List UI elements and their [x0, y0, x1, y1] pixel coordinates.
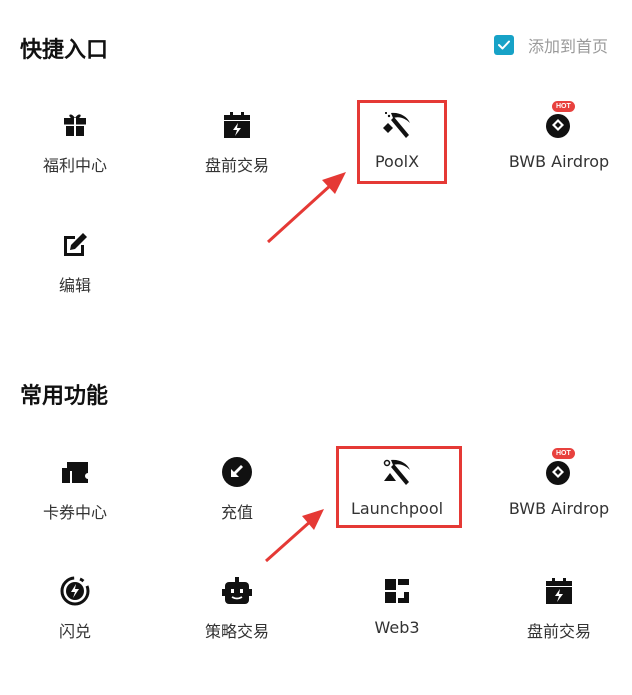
common-item-flash-swap[interactable]: 闪兑: [0, 574, 154, 674]
common-item-deposit[interactable]: 充值: [158, 455, 316, 555]
common-item-label: 闪兑: [58, 622, 91, 641]
shortcut-settings-page: 快捷入口 添加到首页 福利中心 盘前交易 PoolX HOT BWB Airdr…: [0, 0, 632, 695]
common-item-strategy-trading[interactable]: 策略交易: [158, 574, 316, 674]
quick-access-title: 快捷入口: [20, 38, 109, 63]
quick-item-bwb-airdrop[interactable]: HOT BWB Airdrop: [480, 101, 632, 208]
bot-icon: [220, 574, 254, 608]
checkbox-checked-icon[interactable]: [494, 35, 514, 55]
pre-market-icon: [220, 108, 254, 142]
deposit-icon: [220, 455, 254, 489]
common-item-web3[interactable]: Web3: [318, 574, 476, 674]
hot-badge: HOT: [552, 101, 575, 112]
common-item-label: 卡券中心: [42, 503, 107, 522]
quick-item-welfare-center[interactable]: 福利中心: [0, 108, 154, 208]
coupon-icon: [58, 455, 92, 489]
common-item-label: Web3: [374, 618, 420, 637]
quick-item-label: 编辑: [58, 276, 91, 295]
quick-item-edit[interactable]: 编辑: [0, 228, 154, 328]
common-item-label: Launchpool: [350, 499, 444, 518]
quick-item-pre-market[interactable]: 盘前交易: [158, 108, 316, 208]
pickaxe-icon: [380, 455, 414, 489]
common-functions-title: 常用功能: [20, 384, 109, 409]
pre-market-icon: [542, 574, 576, 608]
gift-icon: [58, 108, 92, 142]
common-item-pre-market[interactable]: 盘前交易: [480, 574, 632, 674]
pickaxe-icon: [380, 108, 414, 142]
common-item-bwb-airdrop[interactable]: HOT BWB Airdrop: [480, 448, 632, 555]
add-to-home-label: 添加到首页: [528, 37, 609, 56]
common-item-label: 策略交易: [204, 622, 269, 641]
common-item-label: 盘前交易: [526, 622, 591, 641]
quick-item-label: 福利中心: [42, 156, 107, 175]
hot-badge: HOT: [552, 448, 575, 459]
common-item-coupon-center[interactable]: 卡券中心: [0, 455, 154, 555]
airdrop-icon: HOT: [542, 448, 576, 489]
airdrop-icon: HOT: [542, 101, 576, 142]
quick-item-poolx[interactable]: PoolX: [318, 108, 476, 208]
edit-icon: [58, 228, 92, 262]
add-to-home-toggle[interactable]: 添加到首页: [494, 33, 608, 57]
quick-item-label: 盘前交易: [204, 156, 269, 175]
web3-icon: [380, 574, 414, 608]
quick-item-label: PoolX: [374, 152, 420, 171]
common-item-label: BWB Airdrop: [508, 499, 610, 518]
quick-item-label: BWB Airdrop: [508, 152, 610, 171]
common-item-label: 充值: [220, 503, 253, 522]
flash-swap-icon: [58, 574, 92, 608]
common-item-launchpool[interactable]: Launchpool: [318, 455, 476, 555]
